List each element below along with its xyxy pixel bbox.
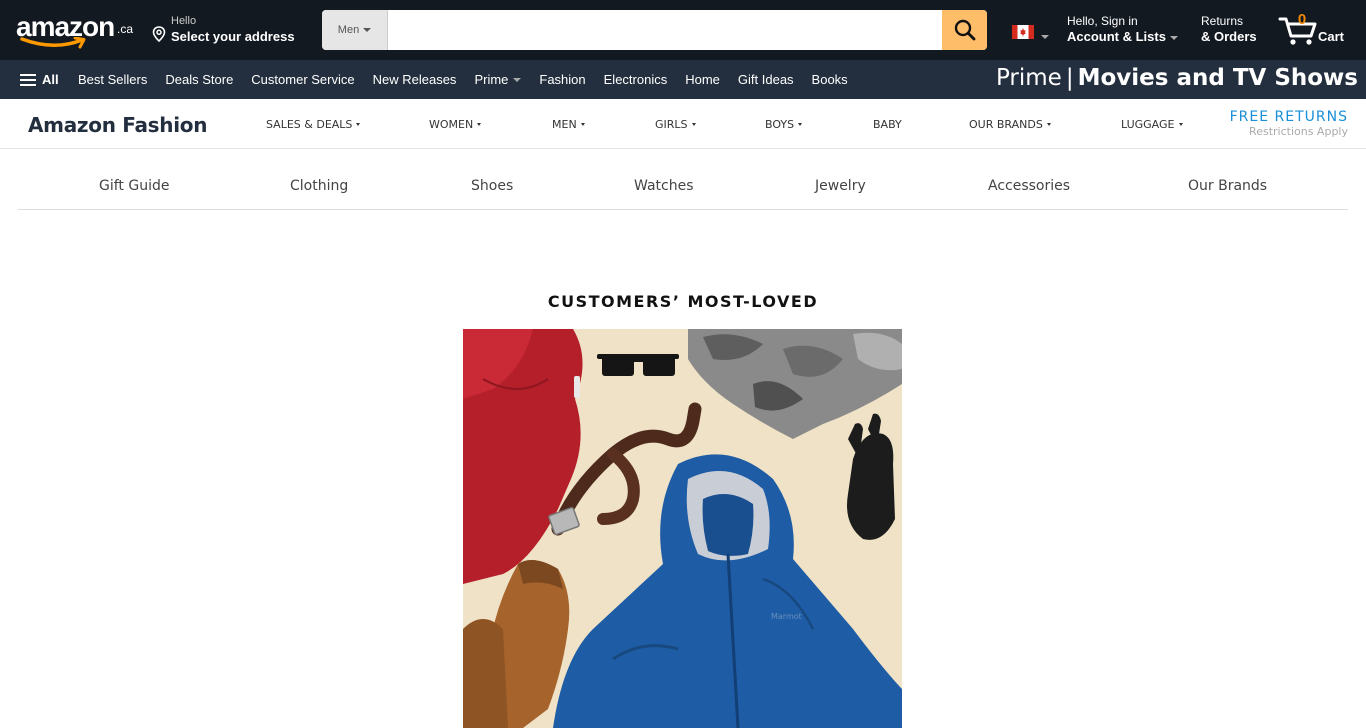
chevron-down-icon: [356, 122, 361, 126]
nav-item-label: Books: [811, 72, 848, 87]
fashion-nav-boys[interactable]: BOYS: [765, 99, 803, 149]
fashion-nav-label: BABY: [873, 117, 902, 131]
jacket-brand-label: Marmot: [771, 612, 802, 621]
nav-item-books[interactable]: Books: [812, 72, 848, 87]
prime-video-promo[interactable]: Prime | Movies and TV Shows: [996, 65, 1358, 91]
chevron-down-icon: [798, 122, 803, 126]
fashion-nav-label: OUR BRANDS: [969, 117, 1043, 131]
hero-flatlay-image[interactable]: Marmot: [463, 329, 902, 728]
cart-button[interactable]: 0 Cart: [1278, 10, 1350, 50]
account-greeting: Hello, Sign in: [1067, 14, 1138, 28]
address-greeting: Hello: [171, 15, 197, 27]
flatlay-illustration: Marmot: [463, 329, 902, 728]
fashion-nav-sales-deals[interactable]: SALES & DEALS: [266, 99, 361, 149]
fashion-nav-men[interactable]: MEN: [552, 99, 585, 149]
language-selector[interactable]: [1012, 24, 1049, 43]
free-returns-note: Restrictions Apply: [1249, 125, 1348, 138]
chevron-down-icon: [691, 122, 696, 126]
returns-orders-link[interactable]: Returns & Orders: [1201, 14, 1257, 44]
free-returns-banner[interactable]: FREE RETURNS Restrictions Apply: [1230, 109, 1348, 138]
top-header: amazon .ca Hello Select your address Men: [0, 0, 1366, 60]
chevron-down-icon: [513, 77, 522, 82]
location-pin-icon: [152, 26, 166, 42]
nav-item-fashion[interactable]: Fashion: [539, 72, 585, 87]
promo-prefix: Prime: [995, 65, 1062, 91]
nav-item-best-sellers[interactable]: Best Sellers: [78, 72, 147, 87]
amazon-logo[interactable]: amazon .ca: [16, 11, 136, 51]
nav-item-label: Electronics: [603, 72, 668, 87]
address-action: Select your address: [171, 29, 295, 44]
chevron-down-icon: [1178, 122, 1183, 126]
nav-links: Best Sellers Deals Store Customer Servic…: [78, 60, 848, 99]
search-category-select[interactable]: Men: [322, 10, 388, 50]
account-label-row: Account & Lists: [1067, 29, 1178, 44]
free-returns-text: FREE RETURNS: [1229, 109, 1348, 125]
nav-item-new-releases[interactable]: New Releases: [373, 72, 457, 87]
nav-item-electronics[interactable]: Electronics: [604, 72, 668, 87]
fashion-nav-label: WOMEN: [429, 117, 474, 131]
nav-item-label: Customer Service: [251, 72, 355, 87]
fashion-nav-label: MEN: [552, 117, 577, 131]
nav-item-label: Prime: [474, 72, 509, 87]
search-category-label: Men: [337, 24, 360, 36]
orders-label: & Orders: [1201, 29, 1257, 44]
fashion-nav-luggage[interactable]: LUGGAGE: [1121, 99, 1183, 149]
all-menu-label: All: [42, 72, 59, 87]
account-label: Account & Lists: [1067, 29, 1166, 44]
nav-item-home[interactable]: Home: [685, 72, 720, 87]
nav-item-label: Deals Store: [165, 72, 234, 87]
fashion-nav-label: SALES & DEALS: [266, 117, 353, 131]
fashion-subnav: Amazon Fashion SALES & DEALS WOMEN MEN G…: [0, 99, 1366, 149]
smile-arrow-icon: [20, 37, 86, 49]
nav-item-gift-ideas[interactable]: Gift Ideas: [738, 72, 794, 87]
fashion-nav-label: BOYS: [765, 117, 795, 131]
fashion-nav-baby[interactable]: BABY: [873, 99, 902, 149]
nav-item-label: New Releases: [372, 72, 457, 87]
chevron-down-icon: [1046, 122, 1051, 126]
promo-separator: |: [1065, 65, 1074, 91]
fashion-store-title[interactable]: Amazon Fashion: [28, 113, 207, 137]
fashion-nav-label: LUGGAGE: [1121, 117, 1175, 131]
category-tabs: Gift Guide Clothing Shoes Watches Jewelr…: [18, 164, 1348, 210]
nav-item-label: Home: [685, 72, 720, 87]
nav-item-label: Gift Ideas: [737, 72, 794, 87]
fashion-nav-our-brands[interactable]: OUR BRANDS: [969, 99, 1051, 149]
chevron-down-icon: [1041, 35, 1049, 39]
section-heading: CUSTOMERS’ MOST-LOVED: [547, 292, 819, 311]
search-input[interactable]: [388, 10, 942, 50]
nav-item-label: Fashion: [539, 72, 586, 87]
fashion-nav-girls[interactable]: GIRLS: [655, 99, 696, 149]
chevron-down-icon: [1169, 35, 1178, 40]
tab-clothing[interactable]: Clothing: [290, 178, 348, 194]
search-button[interactable]: [942, 10, 987, 50]
chevron-down-icon: [363, 28, 372, 32]
chevron-down-icon: [477, 122, 482, 126]
fashion-nav-women[interactable]: WOMEN: [429, 99, 482, 149]
nav-item-label: Best Sellers: [78, 72, 148, 87]
main-nav: All Best Sellers Deals Store Customer Se…: [0, 60, 1366, 99]
tab-accessories[interactable]: Accessories: [988, 178, 1070, 194]
tab-jewelry[interactable]: Jewelry: [815, 178, 866, 194]
canada-flag-icon: [1012, 25, 1034, 39]
nav-item-prime[interactable]: Prime: [474, 72, 522, 87]
promo-main: Movies and TV Shows: [1077, 65, 1358, 91]
chevron-down-icon: [580, 122, 585, 126]
account-lists-menu[interactable]: Hello, Sign in Account & Lists: [1067, 14, 1178, 44]
logo-tld: .ca: [117, 22, 134, 36]
tab-gift-guide[interactable]: Gift Guide: [99, 178, 169, 194]
returns-label: Returns: [1201, 14, 1244, 28]
cart-count: 0: [1297, 11, 1307, 28]
tab-watches[interactable]: Watches: [634, 178, 694, 194]
search-icon: [954, 19, 975, 41]
tab-shoes[interactable]: Shoes: [471, 178, 513, 194]
fashion-nav-label: GIRLS: [655, 117, 688, 131]
nav-item-customer-service[interactable]: Customer Service: [251, 72, 354, 87]
tab-our-brands[interactable]: Our Brands: [1188, 178, 1267, 194]
cart-label: Cart: [1318, 29, 1345, 44]
hamburger-icon: [20, 73, 36, 86]
nav-item-deals-store[interactable]: Deals Store: [165, 72, 233, 87]
search-bar: Men: [322, 10, 987, 50]
all-menu-button[interactable]: All: [20, 60, 59, 99]
